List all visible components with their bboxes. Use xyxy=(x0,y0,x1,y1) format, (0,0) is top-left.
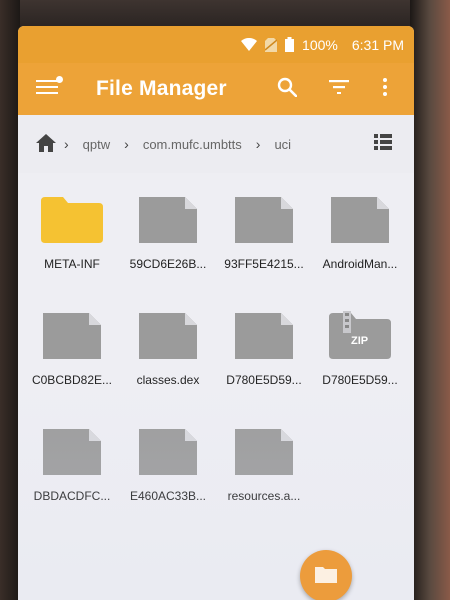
phone-screen: 100% 6:31 PM File Manager › qptw › com.m… xyxy=(18,26,414,600)
more-vert-icon xyxy=(383,77,387,101)
breadcrumb-item-package[interactable]: com.mufc.umbtts xyxy=(143,137,242,152)
phone-bezel-right xyxy=(410,0,450,600)
file-icon xyxy=(139,415,197,475)
chevron-right-icon: › xyxy=(124,136,129,152)
file-name: D780E5D59... xyxy=(322,373,398,387)
file-name: DBDACDFC... xyxy=(33,489,111,503)
clock: 6:31 PM xyxy=(351,36,404,53)
file-item[interactable]: C0BCBD82E... xyxy=(24,289,120,399)
file-item[interactable]: AndroidMan... xyxy=(312,173,408,283)
zip-file-icon: ZIP xyxy=(329,299,391,359)
wifi-icon xyxy=(241,38,258,51)
phone-bezel-left xyxy=(0,0,20,600)
file-name: AndroidMan... xyxy=(322,257,398,271)
zip-badge: ZIP xyxy=(351,335,369,347)
more-options-button[interactable] xyxy=(362,63,408,115)
file-grid: META-INF 59CD6E26B... 93FF5E4215... Android… xyxy=(18,173,414,515)
folder-item[interactable]: META-INF xyxy=(24,173,120,283)
file-icon xyxy=(331,183,389,243)
file-name: META-INF xyxy=(44,257,100,271)
chevron-right-icon: › xyxy=(64,136,69,152)
file-name: classes.dex xyxy=(136,373,200,387)
file-item[interactable]: classes.dex xyxy=(120,289,216,399)
file-icon xyxy=(139,183,197,243)
menu-icon xyxy=(36,79,58,100)
file-item[interactable]: resources.a... xyxy=(216,405,312,515)
list-view-icon[interactable] xyxy=(374,134,392,153)
menu-button[interactable] xyxy=(18,63,76,115)
file-icon xyxy=(235,183,293,243)
file-name: C0BCBD82E... xyxy=(31,373,113,387)
notification-dot xyxy=(56,76,63,83)
chevron-right-icon: › xyxy=(255,136,261,152)
filter-icon xyxy=(329,79,349,99)
file-icon xyxy=(139,299,197,359)
file-item[interactable]: E460AC33B... xyxy=(120,405,216,515)
home-icon[interactable] xyxy=(36,133,56,155)
file-icon xyxy=(235,415,293,475)
file-icon xyxy=(235,299,293,359)
file-item[interactable]: 93FF5E4215... xyxy=(216,173,312,283)
search-button[interactable] xyxy=(264,63,310,115)
add-button[interactable] xyxy=(300,550,352,600)
folder-icon xyxy=(41,183,103,243)
filter-button[interactable] xyxy=(316,63,362,115)
breadcrumb-item-current[interactable]: uci xyxy=(274,137,291,152)
file-icon xyxy=(43,415,101,475)
file-name: D780E5D59... xyxy=(226,373,302,387)
file-name: E460AC33B... xyxy=(129,489,207,503)
app-bar: File Manager xyxy=(18,63,414,115)
breadcrumb: › qptw › com.mufc.umbtts › uci xyxy=(18,115,414,173)
file-item[interactable]: D780E5D59... xyxy=(216,289,312,399)
folder-add-icon xyxy=(315,565,337,588)
file-item[interactable]: DBDACDFC... xyxy=(24,405,120,515)
breadcrumb-item-qptw[interactable]: qptw xyxy=(83,137,110,152)
file-icon xyxy=(43,299,101,359)
file-name: resources.a... xyxy=(227,489,301,503)
file-item[interactable]: 59CD6E26B... xyxy=(120,173,216,283)
no-sim-icon xyxy=(265,37,278,52)
file-name: 59CD6E26B... xyxy=(129,257,207,271)
phone-bezel-top xyxy=(0,0,450,28)
file-name: 93FF5E4215... xyxy=(224,257,304,271)
battery-icon xyxy=(285,37,295,52)
status-bar: 100% 6:31 PM xyxy=(18,26,414,63)
app-title: File Manager xyxy=(96,77,227,100)
search-icon xyxy=(277,77,298,102)
file-item[interactable]: ZIP D780E5D59... xyxy=(312,289,408,399)
battery-level: 100% xyxy=(302,36,338,53)
